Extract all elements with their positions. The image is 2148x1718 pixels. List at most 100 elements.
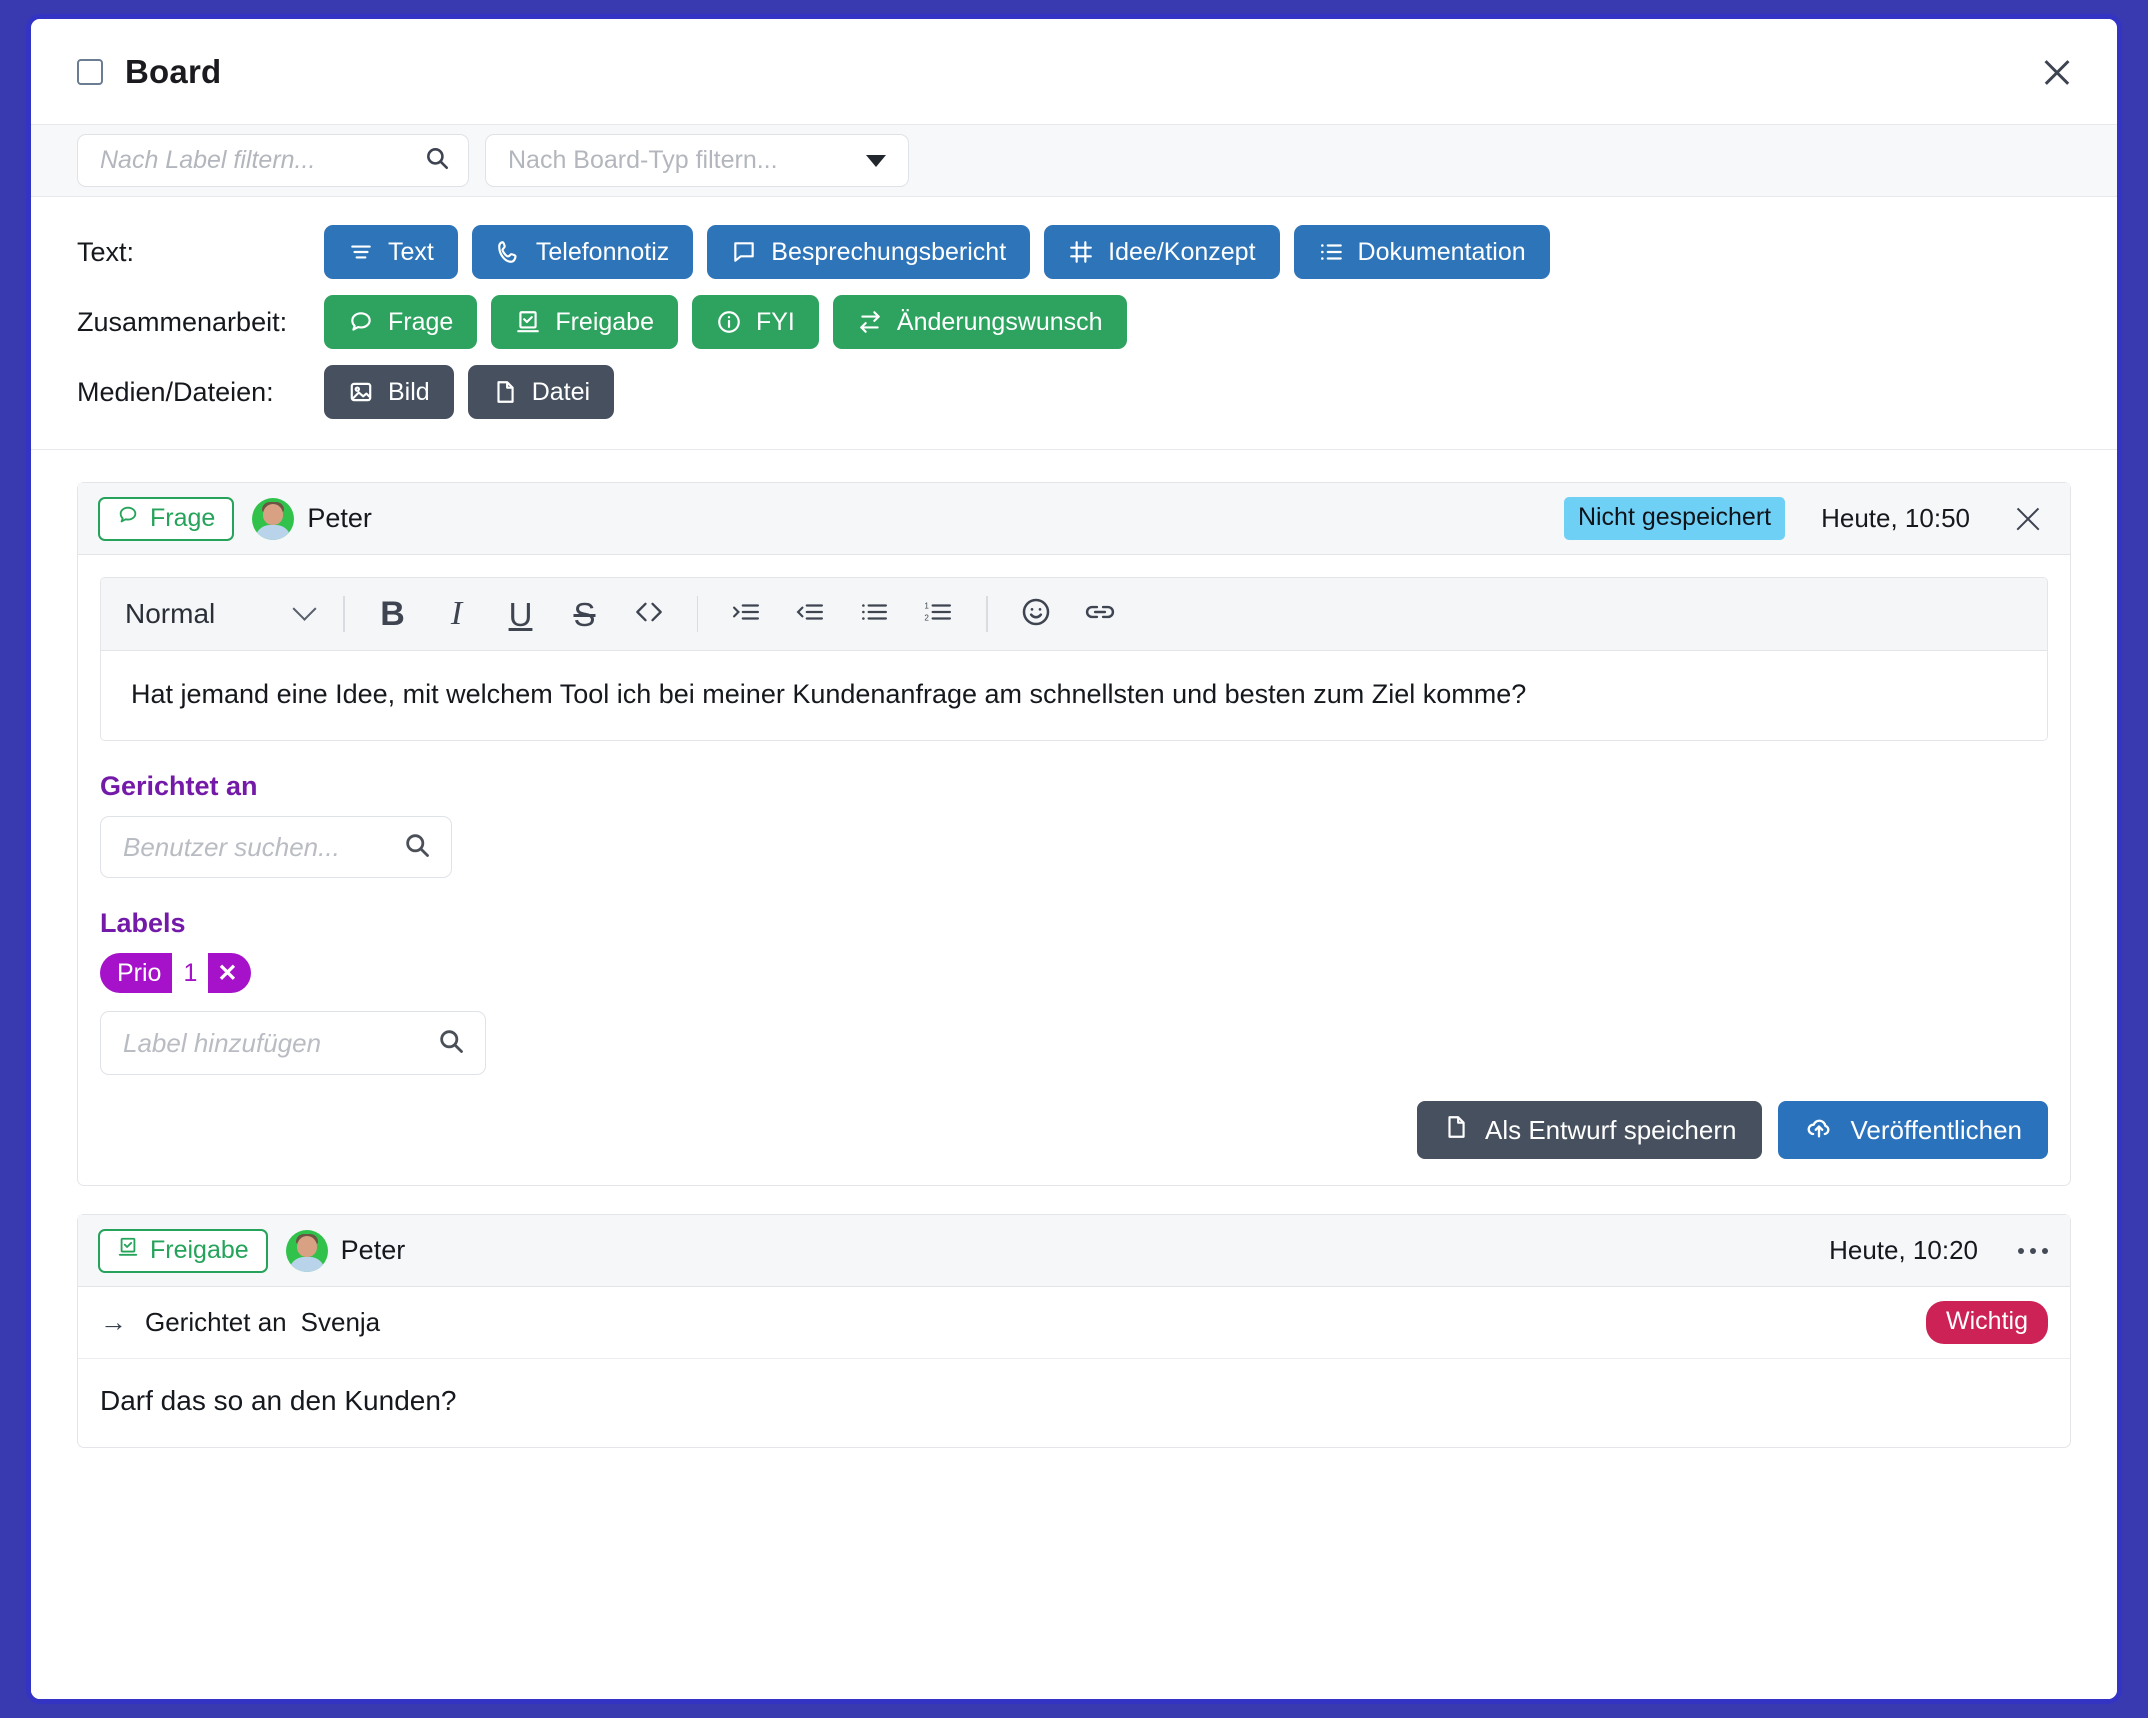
search-icon — [437, 1027, 465, 1060]
type-button-label: Text — [388, 237, 434, 266]
phone-icon — [496, 239, 522, 265]
type-button-datei[interactable]: Datei — [467, 365, 615, 419]
type-row-zusammenarbeit: Zusammenarbeit: Frage Freigabe FYI Änder… — [77, 295, 2071, 349]
frame-icon — [1068, 239, 1094, 265]
entry-kind-badge[interactable]: Frage — [98, 496, 235, 541]
block-style-select[interactable]: Normal — [119, 596, 327, 630]
search-icon — [424, 145, 450, 176]
link-button[interactable] — [1071, 588, 1129, 640]
recipient-search-input[interactable]: Benutzer suchen... — [100, 816, 452, 879]
recipient-search-placeholder: Benutzer suchen... — [123, 831, 340, 862]
cloud-upload-icon — [1804, 1113, 1834, 1148]
save-draft-label: Als Entwurf speichern — [1485, 1114, 1737, 1145]
type-row-medien: Medien/Dateien: Bild Datei — [77, 365, 2071, 419]
bullet-list-button[interactable] — [845, 588, 903, 640]
add-label-input[interactable]: Label hinzufügen — [100, 1011, 486, 1076]
type-button-besprechungsbericht[interactable]: Besprechungsbericht — [707, 225, 1031, 279]
italic-icon: I — [450, 595, 463, 632]
posted-recipient-row: → Gerichtet an Svenja Wichtig — [78, 1287, 2070, 1360]
window-titlebar: Board — [31, 19, 2117, 124]
board-checkbox-icon[interactable] — [77, 58, 103, 85]
composer-actions: Als Entwurf speichern Veröffentlichen — [100, 1101, 2048, 1160]
entry-kind-label: Freigabe — [150, 1236, 249, 1265]
file-icon — [1443, 1113, 1469, 1148]
board-feed: Frage Peter Nicht gespeichert Heute, 10:… — [31, 450, 2117, 1699]
draft-author-name: Peter — [307, 503, 372, 533]
more-horizontal-icon[interactable] — [2018, 1247, 2048, 1254]
add-label-placeholder: Label hinzufügen — [123, 1027, 322, 1058]
italic-button[interactable]: I — [428, 588, 486, 640]
type-button-freigabe[interactable]: Freigabe — [491, 295, 678, 349]
type-button-frage[interactable]: Frage — [324, 295, 478, 349]
info-circle-icon — [716, 309, 742, 335]
indent-icon — [731, 599, 761, 630]
avatar-head — [296, 1235, 317, 1257]
outdent-button[interactable] — [781, 588, 839, 640]
filter-bar: Nach Label filtern... Nach Board-Typ fil… — [31, 124, 2117, 197]
outdent-icon — [795, 599, 825, 630]
label-chip-name: Prio — [117, 958, 162, 987]
editor-content[interactable]: Hat jemand eine Idee, mit welchem Tool i… — [101, 651, 2047, 741]
directed-to-name: Svenja — [300, 1307, 381, 1338]
type-button-idee-konzept[interactable]: Idee/Konzept — [1044, 225, 1280, 279]
rich-text-editor: Normal B I U S 1 2 Hat jemand eine Idee,… — [100, 577, 2048, 742]
ballot-check-icon — [515, 309, 541, 335]
type-button-dokumentation[interactable]: Dokumentation — [1293, 225, 1550, 279]
question-bubble-icon — [117, 504, 139, 533]
recipients-section-label: Gerichtet an — [100, 771, 258, 802]
type-button-telefonnotiz[interactable]: Telefonnotiz — [471, 225, 694, 279]
bold-icon: B — [380, 595, 405, 633]
avatar-body — [255, 524, 292, 540]
numbered-list-button[interactable]: 1 2 — [909, 588, 967, 640]
type-row-label: Zusammenarbeit: — [77, 306, 288, 337]
status-badge: Nicht gespeichert — [1563, 497, 1786, 540]
type-row-text: Text: Text Telefonnotiz Besprechungsberi… — [77, 225, 2071, 279]
bullet-list-icon — [859, 599, 889, 630]
block-style-value: Normal — [125, 598, 216, 629]
code-icon — [632, 598, 666, 631]
type-button-label: Frage — [388, 307, 454, 336]
type-button-label: Freigabe — [555, 307, 654, 336]
bold-button[interactable]: B — [364, 588, 422, 640]
type-button-label: Telefonnotiz — [535, 237, 670, 266]
strikethrough-button[interactable]: S — [556, 588, 614, 640]
code-button[interactable] — [620, 588, 678, 640]
indent-button[interactable] — [717, 588, 775, 640]
type-button-text[interactable]: Text — [324, 225, 458, 279]
board-type-filter-placeholder: Nach Board-Typ filtern... — [508, 146, 778, 174]
type-button-label: Bild — [388, 377, 430, 406]
label-filter-input[interactable]: Nach Label filtern... — [77, 134, 469, 187]
type-button-bild[interactable]: Bild — [324, 365, 454, 419]
close-icon[interactable] — [2035, 50, 2079, 94]
window-title-group: Board — [77, 53, 221, 91]
toolbar-divider — [696, 596, 698, 632]
posted-message-body: Darf das so an den Kunden? — [100, 1385, 457, 1417]
entry-kind-badge[interactable]: Freigabe — [98, 1228, 268, 1273]
avatar — [285, 1229, 328, 1272]
file-icon — [492, 379, 518, 405]
label-chip-remove-icon[interactable]: ✕ — [208, 953, 251, 993]
draft-composer: Normal B I U S 1 2 Hat jemand eine Idee,… — [78, 555, 2070, 1185]
label-chip-count: 1 — [172, 953, 209, 994]
draft-close-icon[interactable] — [2008, 499, 2048, 539]
labels-section-label: Labels — [100, 908, 186, 939]
save-draft-button[interactable]: Als Entwurf speichern — [1417, 1101, 1763, 1160]
type-button-fyi[interactable]: FYI — [691, 295, 819, 349]
type-button-aenderungswunsch[interactable]: Änderungswunsch — [832, 295, 1127, 349]
board-type-filter-select[interactable]: Nach Board-Typ filtern... — [485, 134, 909, 187]
publish-button[interactable]: Veröffentlichen — [1778, 1101, 2048, 1160]
emoji-button[interactable] — [1007, 588, 1065, 640]
draft-card-header: Frage Peter Nicht gespeichert Heute, 10:… — [78, 483, 2070, 555]
label-chip-prio[interactable]: Prio 1 ✕ — [100, 953, 252, 994]
editor-text: Hat jemand eine Idee, mit welchem Tool i… — [131, 679, 1527, 709]
posted-author-name: Peter — [340, 1235, 406, 1266]
type-button-label: Datei — [531, 377, 591, 406]
underline-button[interactable]: U — [492, 588, 550, 640]
type-row-label: Medien/Dateien: — [77, 376, 274, 407]
type-row-label: Text: — [77, 236, 135, 267]
ballot-check-icon — [117, 1236, 139, 1265]
type-button-label: FYI — [755, 307, 795, 336]
draft-card: Frage Peter Nicht gespeichert Heute, 10:… — [77, 482, 2071, 1187]
draft-author-group: Peter — [252, 497, 372, 540]
type-button-label: Dokumentation — [1357, 237, 1526, 266]
